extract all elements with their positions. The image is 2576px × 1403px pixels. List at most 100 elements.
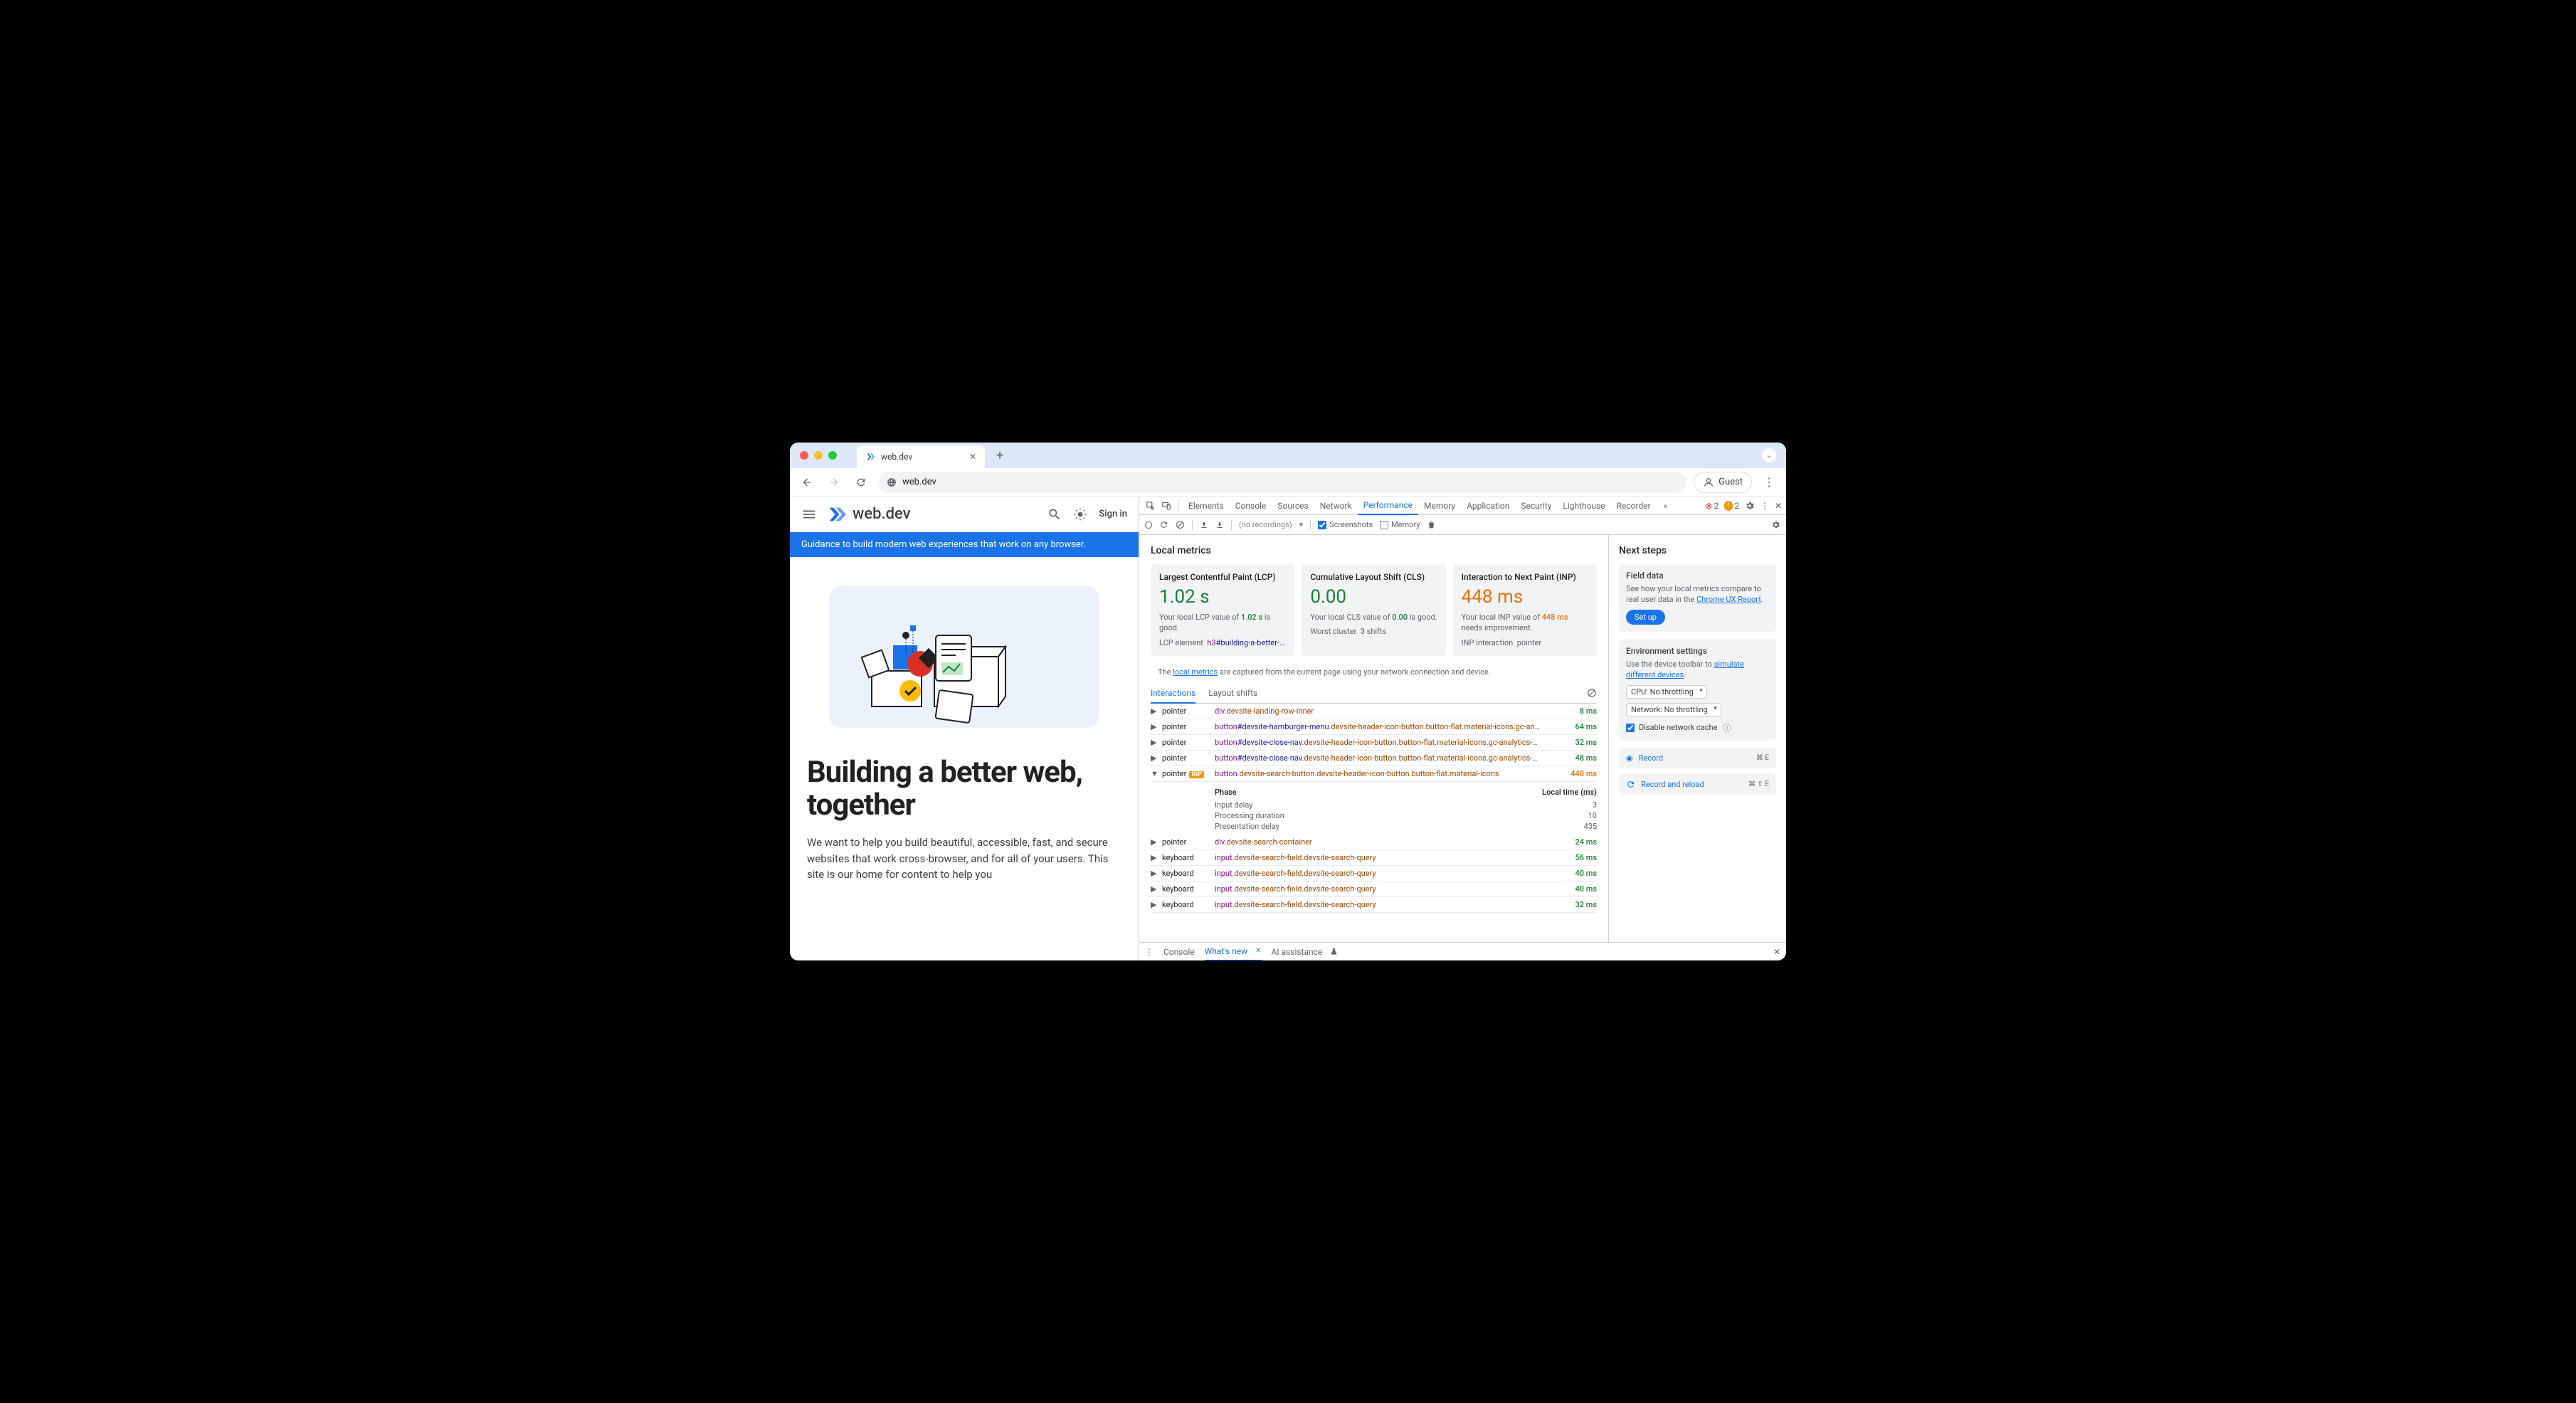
info-icon[interactable]: ⓘ bbox=[1723, 722, 1731, 734]
expand-icon[interactable]: ▶ bbox=[1151, 722, 1156, 731]
recordings-dropdown[interactable]: (no recordings) bbox=[1239, 520, 1292, 529]
reload-button[interactable] bbox=[851, 472, 871, 492]
signin-link[interactable]: Sign in bbox=[1099, 509, 1127, 519]
interaction-row[interactable]: ▶pointerdiv.devsite-search-container24 m… bbox=[1151, 835, 1597, 850]
devtools-tab-application[interactable]: Application bbox=[1461, 497, 1515, 515]
devtools-tabs-overflow[interactable]: » bbox=[1658, 497, 1674, 515]
local-metrics-link[interactable]: local metrics bbox=[1173, 667, 1218, 677]
content-area: web.dev Sign in Guidance to build modern… bbox=[790, 497, 1786, 960]
perf-settings-icon[interactable] bbox=[1771, 520, 1780, 529]
record-action[interactable]: ◉ Record ⌘ E bbox=[1619, 748, 1776, 768]
devtools-menu-icon[interactable]: ⋮ bbox=[1761, 501, 1769, 511]
devtools-tab-sources[interactable]: Sources bbox=[1272, 497, 1314, 515]
browser-tab[interactable]: web.dev ✕ bbox=[857, 445, 985, 468]
tabs-dropdown[interactable]: ⌄ bbox=[1762, 448, 1776, 462]
devtools-tab-recorder[interactable]: Recorder bbox=[1611, 497, 1657, 515]
flask-icon bbox=[1330, 948, 1338, 955]
interaction-row[interactable]: ▶pointerbutton#devsite-close-nav.devsite… bbox=[1151, 751, 1597, 766]
expand-icon[interactable]: ▶ bbox=[1151, 706, 1156, 716]
interaction-row[interactable]: ▶keyboardinput.devsite-search-field.devs… bbox=[1151, 866, 1597, 881]
site-settings-icon bbox=[887, 477, 897, 487]
expand-icon[interactable]: ▶ bbox=[1151, 753, 1156, 763]
interaction-row[interactable]: ▶keyboardinput.devsite-search-field.devs… bbox=[1151, 897, 1597, 913]
hamburger-menu[interactable] bbox=[801, 507, 817, 522]
search-icon[interactable] bbox=[1047, 507, 1062, 522]
drawer-close-icon[interactable]: ✕ bbox=[1773, 947, 1780, 957]
site-header: web.dev Sign in bbox=[790, 497, 1139, 532]
clear-interactions-icon[interactable] bbox=[1587, 688, 1597, 698]
metric-cls: Cumulative Layout Shift (CLS) 0.00 Your … bbox=[1302, 563, 1445, 656]
settings-icon[interactable] bbox=[1745, 501, 1755, 511]
error-badge[interactable]: ⊗2 bbox=[1705, 501, 1719, 511]
devtools-tab-memory[interactable]: Memory bbox=[1418, 497, 1461, 515]
devtools-close-icon[interactable]: ✕ bbox=[1775, 501, 1782, 511]
devtools-tab-security[interactable]: Security bbox=[1515, 497, 1557, 515]
devtools-tab-network[interactable]: Network bbox=[1314, 497, 1358, 515]
expand-icon[interactable]: ▶ bbox=[1151, 900, 1156, 909]
drawer-tab-ai[interactable]: AI assistance bbox=[1272, 947, 1339, 957]
screenshots-checkbox[interactable]: Screenshots bbox=[1318, 520, 1373, 529]
address-bar[interactable]: web.dev bbox=[878, 472, 1686, 493]
upload-icon[interactable] bbox=[1200, 521, 1208, 529]
browser-menu-button[interactable]: ⋮ bbox=[1759, 472, 1779, 492]
clear-icon[interactable] bbox=[1176, 520, 1185, 529]
record-dot-icon: ◉ bbox=[1626, 753, 1633, 763]
perf-controls: (no recordings) ▾ Screenshots Memory bbox=[1139, 515, 1786, 535]
reload-record-icon[interactable] bbox=[1159, 520, 1168, 529]
tab-title: web.dev bbox=[881, 452, 912, 462]
interaction-row[interactable]: ▶pointerbutton#devsite-hamburger-menu.de… bbox=[1151, 719, 1597, 735]
interaction-row[interactable]: ▶pointerbutton#devsite-close-nav.devsite… bbox=[1151, 735, 1597, 751]
theme-icon[interactable] bbox=[1073, 507, 1087, 522]
expand-icon[interactable]: ▶ bbox=[1151, 884, 1156, 894]
maximize-window[interactable] bbox=[828, 451, 837, 460]
forward-button[interactable] bbox=[824, 472, 844, 492]
drawer-tab-whatsnew[interactable]: What's new ✕ bbox=[1205, 943, 1262, 961]
expand-icon[interactable]: ▶ bbox=[1151, 738, 1156, 747]
back-button[interactable] bbox=[797, 472, 817, 492]
drawer-menu-icon[interactable]: ⋮ bbox=[1145, 947, 1154, 957]
expand-icon[interactable]: ▶ bbox=[1151, 853, 1156, 862]
interaction-row[interactable]: ▼pointerINPbutton.devsite-search-button.… bbox=[1151, 766, 1597, 782]
profile-button[interactable]: Guest bbox=[1694, 472, 1752, 493]
shifts-link[interactable]: 3 shifts bbox=[1361, 627, 1386, 636]
inp-interaction-link[interactable]: pointer bbox=[1517, 638, 1541, 647]
setup-button[interactable]: Set up bbox=[1626, 610, 1665, 625]
device-toolbar-icon[interactable] bbox=[1159, 497, 1173, 516]
site-logo[interactable]: web.dev bbox=[827, 504, 911, 524]
field-data-card: Field data See how your local metrics co… bbox=[1619, 563, 1776, 632]
expand-icon[interactable]: ▶ bbox=[1151, 837, 1156, 847]
expand-icon[interactable]: ▶ bbox=[1151, 869, 1156, 878]
devtools-tab-lighthouse[interactable]: Lighthouse bbox=[1557, 497, 1610, 515]
warning-badge[interactable]: !2 bbox=[1724, 501, 1739, 511]
memory-checkbox[interactable]: Memory bbox=[1380, 520, 1420, 529]
minimize-window[interactable] bbox=[814, 451, 823, 460]
titlebar: web.dev ✕ + ⌄ bbox=[790, 443, 1786, 468]
subtab-layout-shifts[interactable]: Layout shifts bbox=[1208, 684, 1257, 702]
drawer-tab-console[interactable]: Console bbox=[1163, 947, 1195, 957]
new-tab-button[interactable]: + bbox=[996, 448, 1003, 463]
crux-link[interactable]: Chrome UX Report bbox=[1696, 595, 1761, 604]
gc-icon[interactable] bbox=[1427, 520, 1436, 529]
record-reload-action[interactable]: Record and reload ⌘ ⇧ E bbox=[1619, 774, 1776, 795]
devtools-drawer: ⋮ Console What's new ✕ AI assistance ✕ bbox=[1139, 942, 1786, 960]
tab-close-icon[interactable]: ✕ bbox=[969, 452, 976, 462]
devtools-tab-performance[interactable]: Performance bbox=[1358, 497, 1418, 515]
inspect-icon[interactable] bbox=[1144, 497, 1158, 516]
webdev-favicon bbox=[865, 452, 875, 462]
network-throttle-select[interactable]: Network: No throttling bbox=[1626, 703, 1721, 716]
disable-cache-checkbox[interactable] bbox=[1626, 724, 1635, 732]
devtools-tabs: ElementsConsoleSourcesNetworkPerformance… bbox=[1139, 497, 1786, 515]
devtools-tab-elements[interactable]: Elements bbox=[1183, 497, 1230, 515]
devtools-tab-console[interactable]: Console bbox=[1230, 497, 1272, 515]
interaction-row[interactable]: ▶keyboardinput.devsite-search-field.devs… bbox=[1151, 850, 1597, 866]
cpu-throttle-select[interactable]: CPU: No throttling bbox=[1626, 685, 1707, 699]
record-icon[interactable] bbox=[1145, 522, 1152, 529]
subtab-interactions[interactable]: Interactions bbox=[1151, 684, 1195, 704]
guest-icon bbox=[1703, 477, 1714, 488]
expand-icon[interactable]: ▼ bbox=[1151, 769, 1156, 778]
download-icon[interactable] bbox=[1215, 521, 1224, 529]
interaction-row[interactable]: ▶pointerdiv.devsite-landing-row-inner8 m… bbox=[1151, 704, 1597, 719]
banner: Guidance to build modern web experiences… bbox=[790, 532, 1139, 557]
close-window[interactable] bbox=[800, 451, 808, 460]
interaction-row[interactable]: ▶keyboardinput.devsite-search-field.devs… bbox=[1151, 881, 1597, 897]
